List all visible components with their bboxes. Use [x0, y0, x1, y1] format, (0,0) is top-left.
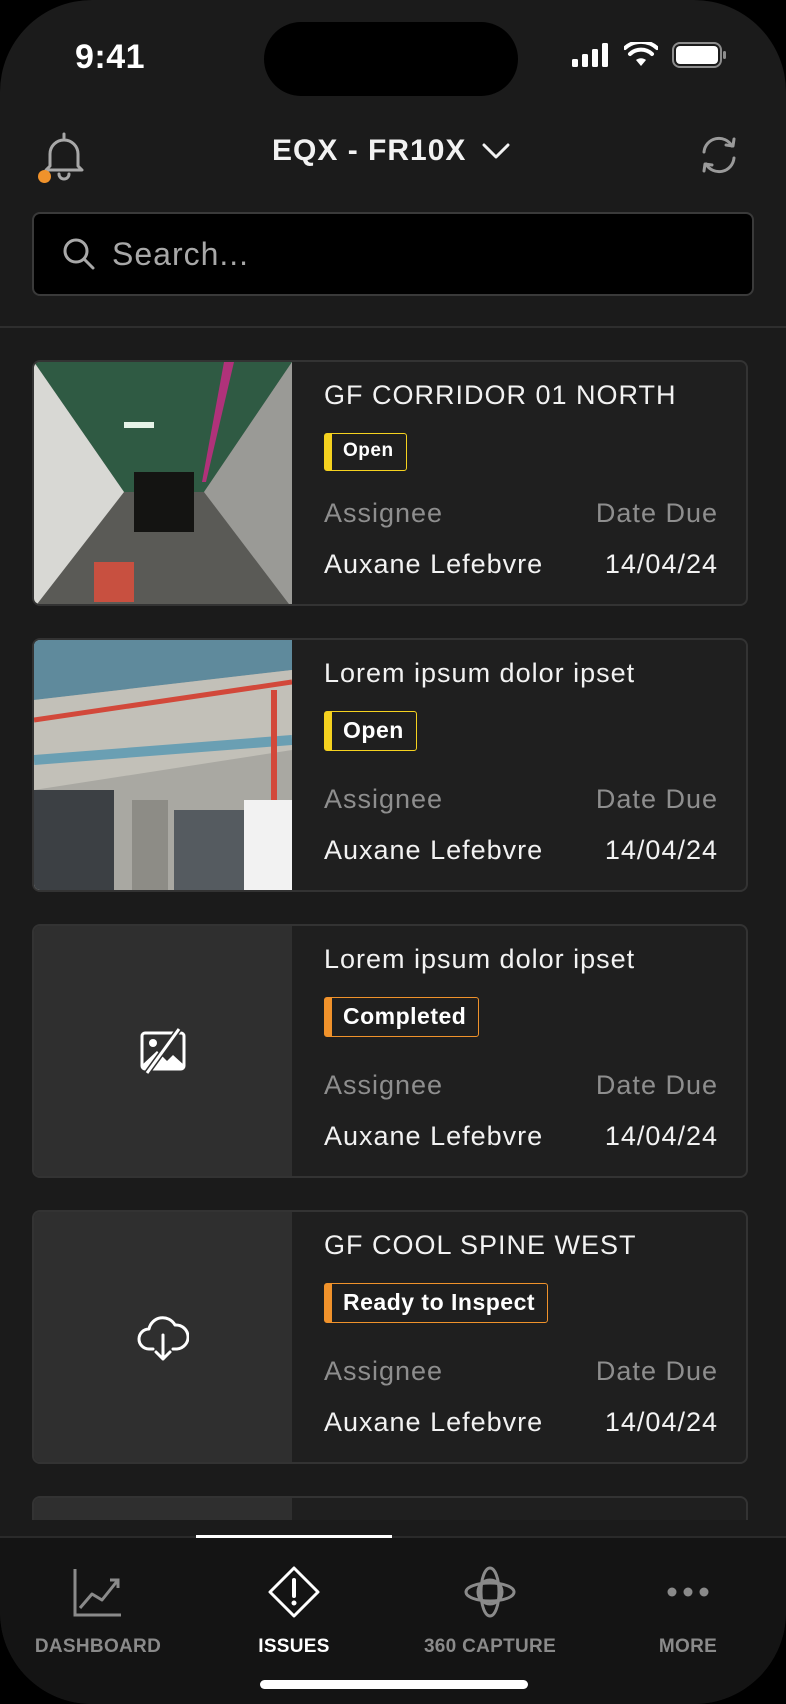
wifi-icon: [624, 42, 658, 66]
dynamic-island: [264, 22, 518, 96]
issue-card-body: GF COOL SPINE WEST Ready to Inspect Assi…: [324, 1230, 718, 1444]
issue-thumbnail-placeholder: [34, 1212, 292, 1462]
due-date: 14/04/24: [604, 1407, 718, 1437]
status-badge: Open: [324, 433, 407, 471]
chart-icon: [73, 1569, 121, 1617]
status-badge: Ready to Inspect: [324, 1283, 549, 1323]
project-selector[interactable]: EQX - FR10X: [272, 134, 510, 168]
issue-title: Lorem ipsum dolor ipset: [324, 658, 636, 688]
status-bar: 9:41: [0, 0, 786, 110]
assignee-label: Assignee: [324, 1356, 444, 1386]
due-date-label: Date Due: [595, 784, 718, 814]
status-icons: [572, 42, 728, 68]
active-tab-indicator: [196, 1535, 392, 1538]
assignee-name: Auxane Lefebvre: [324, 835, 544, 865]
header-divider: [0, 326, 786, 328]
assignee-name: Auxane Lefebvre: [324, 1407, 544, 1437]
ceiling-photo: [34, 640, 292, 890]
chevron-down-icon: [482, 143, 510, 159]
assignee-name: Auxane Lefebvre: [324, 1121, 544, 1151]
assignee-label: Assignee: [324, 498, 444, 528]
tab-label: MORE: [658, 1636, 718, 1657]
issue-title: Lorem ipsum dolor ipset: [324, 944, 636, 974]
issue-card[interactable]: GF COOL SPINE WEST Ready to Inspect Assi…: [32, 1210, 748, 1464]
status-time: 9:41: [75, 38, 146, 76]
issue-photo: [34, 640, 292, 890]
due-date: 14/04/24: [604, 1121, 718, 1151]
issue-title: GF CORRIDOR 01 NORTH: [324, 380, 677, 410]
status-badge: Completed: [324, 997, 480, 1037]
tab-issues[interactable]: ISSUES: [196, 1562, 392, 1658]
sync-button[interactable]: [696, 132, 742, 178]
notifications-button[interactable]: [36, 128, 92, 190]
refresh-icon: [702, 136, 736, 174]
due-date: 14/04/24: [604, 835, 718, 865]
issue-card[interactable]: Lorem ipsum dolor ipset Open Assignee Da…: [32, 638, 748, 892]
issue-thumbnail-placeholder: [34, 926, 292, 1176]
issue-title: GF COOL SPINE WEST: [324, 1230, 637, 1260]
cellular-signal-icon: [572, 43, 608, 67]
warning-diamond-icon: [268, 1566, 320, 1618]
issue-card[interactable]: [32, 1496, 748, 1520]
search-icon: [63, 238, 95, 270]
tab-360-capture[interactable]: 360 CAPTURE: [392, 1562, 588, 1658]
tab-label: ISSUES: [258, 1636, 330, 1657]
app-screen: 9:41 EQX - FR10X Search... GF CORRIDOR 0…: [0, 0, 786, 1704]
corridor-photo: [34, 362, 292, 604]
project-title: EQX - FR10X: [272, 134, 467, 167]
app-header: EQX - FR10X: [0, 118, 786, 188]
due-date-label: Date Due: [595, 498, 718, 528]
cloud-download-icon: [137, 1316, 189, 1361]
assignee-label: Assignee: [324, 1070, 444, 1100]
issue-thumbnail-placeholder: [34, 1498, 292, 1520]
due-date-label: Date Due: [595, 1070, 718, 1100]
due-date: 14/04/24: [604, 549, 718, 579]
tab-more[interactable]: MORE: [590, 1562, 786, 1658]
tab-label: 360 CAPTURE: [423, 1636, 557, 1657]
issue-photo: [34, 362, 292, 604]
issues-list: GF CORRIDOR 01 NORTH Open Assignee Date …: [32, 360, 748, 1520]
search-bar[interactable]: [32, 212, 754, 296]
issue-meta: Assignee Date Due Auxane Lefebvre 14/04/…: [324, 784, 718, 866]
notification-dot: [38, 170, 51, 183]
360-capture-icon: [464, 1566, 516, 1618]
issue-card[interactable]: GF CORRIDOR 01 NORTH Open Assignee Date …: [32, 360, 748, 606]
more-icon: [667, 1587, 709, 1597]
issue-meta: Assignee Date Due Auxane Lefebvre 14/04/…: [324, 1356, 718, 1438]
home-indicator[interactable]: [260, 1680, 528, 1689]
issue-card-body: Lorem ipsum dolor ipset Open Assignee Da…: [324, 658, 718, 872]
issue-card-body: Lorem ipsum dolor ipset Completed Assign…: [324, 944, 718, 1158]
assignee-name: Auxane Lefebvre: [324, 549, 544, 579]
issue-meta: Assignee Date Due Auxane Lefebvre 14/04/…: [324, 1070, 718, 1152]
search-input[interactable]: [112, 235, 712, 273]
tab-label: DASHBOARD: [34, 1636, 162, 1657]
issue-meta: Assignee Date Due Auxane Lefebvre 14/04/…: [324, 498, 718, 580]
due-date-label: Date Due: [595, 1356, 718, 1386]
issue-card[interactable]: Lorem ipsum dolor ipset Completed Assign…: [32, 924, 748, 1178]
status-badge: Open: [324, 711, 417, 751]
issue-card-body: GF CORRIDOR 01 NORTH Open Assignee Date …: [324, 380, 718, 586]
tab-dashboard[interactable]: DASHBOARD: [0, 1562, 196, 1658]
bottom-tab-bar: DASHBOARD ISSUES 360 CAPTURE MORE: [0, 1535, 786, 1704]
image-unavailable-icon: [140, 1027, 186, 1075]
battery-icon: [672, 42, 726, 68]
assignee-label: Assignee: [324, 784, 444, 814]
